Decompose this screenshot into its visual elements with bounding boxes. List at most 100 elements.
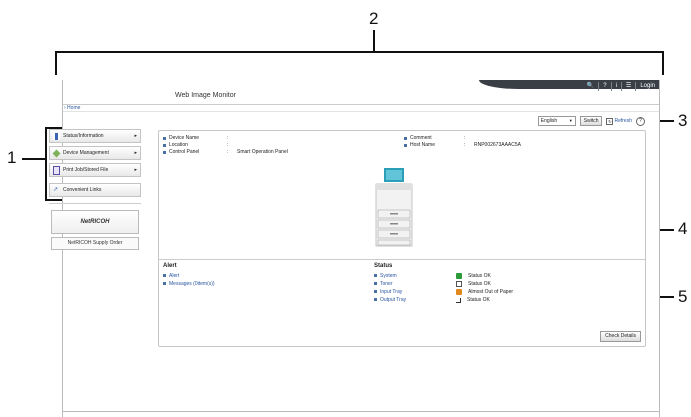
bullet-icon: [163, 137, 166, 140]
header-divider: [63, 104, 659, 105]
help-icon[interactable]: ?: [598, 81, 610, 91]
status-link-label: Toner: [380, 281, 393, 287]
device-info-right: Comment : Host Name : RNP002673AAAC5A: [404, 135, 521, 149]
bullet-icon: [374, 290, 377, 293]
status-link-label: Output Tray: [380, 297, 407, 303]
status-row-toner: Status OK: [456, 280, 513, 288]
info-colon: :: [227, 149, 229, 155]
device-management-icon: [52, 149, 61, 157]
link-arrow-icon: ↗: [53, 186, 59, 193]
sidebar-item-label: Device Management: [63, 150, 109, 156]
status-links: System Toner Input Tray Output Tray: [374, 272, 406, 304]
refresh-button[interactable]: ↻ Refresh: [606, 117, 632, 125]
header-toolbar: 🔍 ? i ☰ Login: [583, 80, 659, 92]
language-bar: English ▼ Switch ↻ Refresh ?: [537, 116, 645, 126]
status-link-toner[interactable]: Toner: [374, 280, 406, 288]
info-colon: :: [227, 135, 229, 141]
callout-2-bracket: [55, 51, 664, 75]
netricoh-supply-order-link[interactable]: NetRICOH Supply Order: [51, 237, 139, 250]
check-details-button[interactable]: Check Details: [600, 331, 641, 342]
device-info-left: Device Name : Location : Control Panel :…: [163, 135, 288, 156]
status-link-output-tray[interactable]: Output Tray: [374, 296, 406, 304]
callout-3: 3: [678, 111, 688, 130]
callout-2-line: [373, 30, 375, 51]
status-heading: Status: [374, 263, 393, 269]
sidebar-item-device-management[interactable]: Device Management ▸: [49, 146, 141, 160]
bullet-icon: [374, 282, 377, 285]
info-colon: :: [464, 142, 466, 148]
device-info-row: Device Name :: [163, 135, 288, 142]
panel-divider: [159, 259, 645, 260]
bullet-icon: [163, 274, 166, 277]
bullet-icon: [163, 144, 166, 147]
header-bar: 🔍 ? i ☰ Login Web Image Monitor: [63, 80, 659, 104]
callout-1-line: [22, 158, 47, 160]
netricoh-logo[interactable]: NetRICOH: [51, 210, 139, 234]
switch-button[interactable]: Switch: [579, 116, 603, 126]
bullet-icon: [374, 298, 377, 301]
sidebar-item-print-job[interactable]: Print Job/Stored File ▸: [49, 163, 141, 177]
messages-link-label: Messages (0item(s)): [169, 281, 215, 287]
browser-screen: 🔍 ? i ☰ Login Web Image Monitor › Home E…: [49, 80, 660, 417]
status-link-input-tray[interactable]: Input Tray: [374, 288, 406, 296]
alert-list: Alert Messages (0item(s)): [163, 272, 215, 288]
device-info-row: Location :: [163, 142, 288, 149]
breadcrumb-divider: [63, 111, 659, 112]
chevron-right-icon: ▸: [134, 167, 137, 173]
status-link-label: Input Tray: [380, 289, 403, 295]
help-circle-icon[interactable]: ?: [636, 116, 645, 126]
refresh-icon: ↻: [606, 117, 614, 125]
sidebar: Status/Information ▸ Device Management ▸…: [49, 129, 141, 250]
sidebar-item-label: Print Job/Stored File: [63, 167, 109, 173]
status-row-system: Status OK: [456, 272, 513, 280]
chevron-right-icon: ▸: [134, 150, 137, 156]
sidebar-divider: [49, 203, 141, 204]
search-icon[interactable]: 🔍: [583, 82, 598, 91]
login-link[interactable]: Login: [635, 81, 659, 91]
info-key: Location: [169, 142, 188, 148]
alert-link[interactable]: Alert: [163, 272, 215, 280]
status-value: Almost Out of Paper: [468, 289, 514, 295]
app-title: Web Image Monitor: [175, 92, 236, 99]
callout-4: 4: [678, 219, 688, 238]
status-link-label: System: [380, 273, 397, 279]
toner-icon: [456, 281, 462, 287]
info-value: RNP002673AAAC5A: [474, 142, 521, 148]
messages-link[interactable]: Messages (0item(s)): [163, 280, 215, 288]
info-colon: :: [227, 142, 229, 148]
status-value: Status OK: [467, 297, 490, 303]
bullet-icon: [374, 274, 377, 277]
language-select[interactable]: English ▼: [537, 116, 576, 126]
status-row-input-tray: Almost Out of Paper: [456, 288, 513, 296]
output-tray-icon: [456, 297, 461, 303]
document-icon: [53, 165, 60, 175]
status-value: Status OK: [468, 273, 491, 279]
menu-icon[interactable]: ☰: [620, 81, 635, 91]
info-colon: :: [464, 135, 466, 141]
info-value: Smart Operation Panel: [237, 149, 288, 155]
bullet-icon: [404, 137, 407, 140]
info-bar-icon: [53, 132, 60, 140]
printer-image: [375, 168, 413, 247]
sidebar-item-convenient-links[interactable]: ↗ Convenient Links: [49, 183, 141, 197]
info-key: Device Name: [169, 135, 200, 141]
language-value: English: [540, 118, 558, 124]
bullet-icon: [163, 151, 166, 154]
device-info-row: Control Panel : Smart Operation Panel: [163, 149, 288, 156]
status-link-system[interactable]: System: [374, 272, 406, 280]
status-row-output-tray: Status OK: [456, 296, 513, 304]
status-values: Status OK Status OK Almost Out of Paper …: [456, 272, 513, 304]
info-key: Comment: [410, 135, 432, 141]
chevron-down-icon: ▼: [568, 118, 573, 123]
bullet-icon: [163, 282, 166, 285]
info-key: Control Panel: [169, 149, 200, 155]
callout-2: 2: [369, 9, 379, 28]
callout-1: 1: [7, 148, 17, 167]
sidebar-item-status-information[interactable]: Status/Information ▸: [49, 129, 141, 143]
refresh-label: Refresh: [614, 118, 632, 124]
callout-5: 5: [678, 287, 688, 306]
info-icon[interactable]: i: [610, 81, 621, 91]
chevron-right-icon: ▸: [134, 133, 137, 139]
device-panel: Device Name : Location : Control Panel :…: [158, 130, 646, 347]
bullet-icon: [404, 144, 407, 147]
